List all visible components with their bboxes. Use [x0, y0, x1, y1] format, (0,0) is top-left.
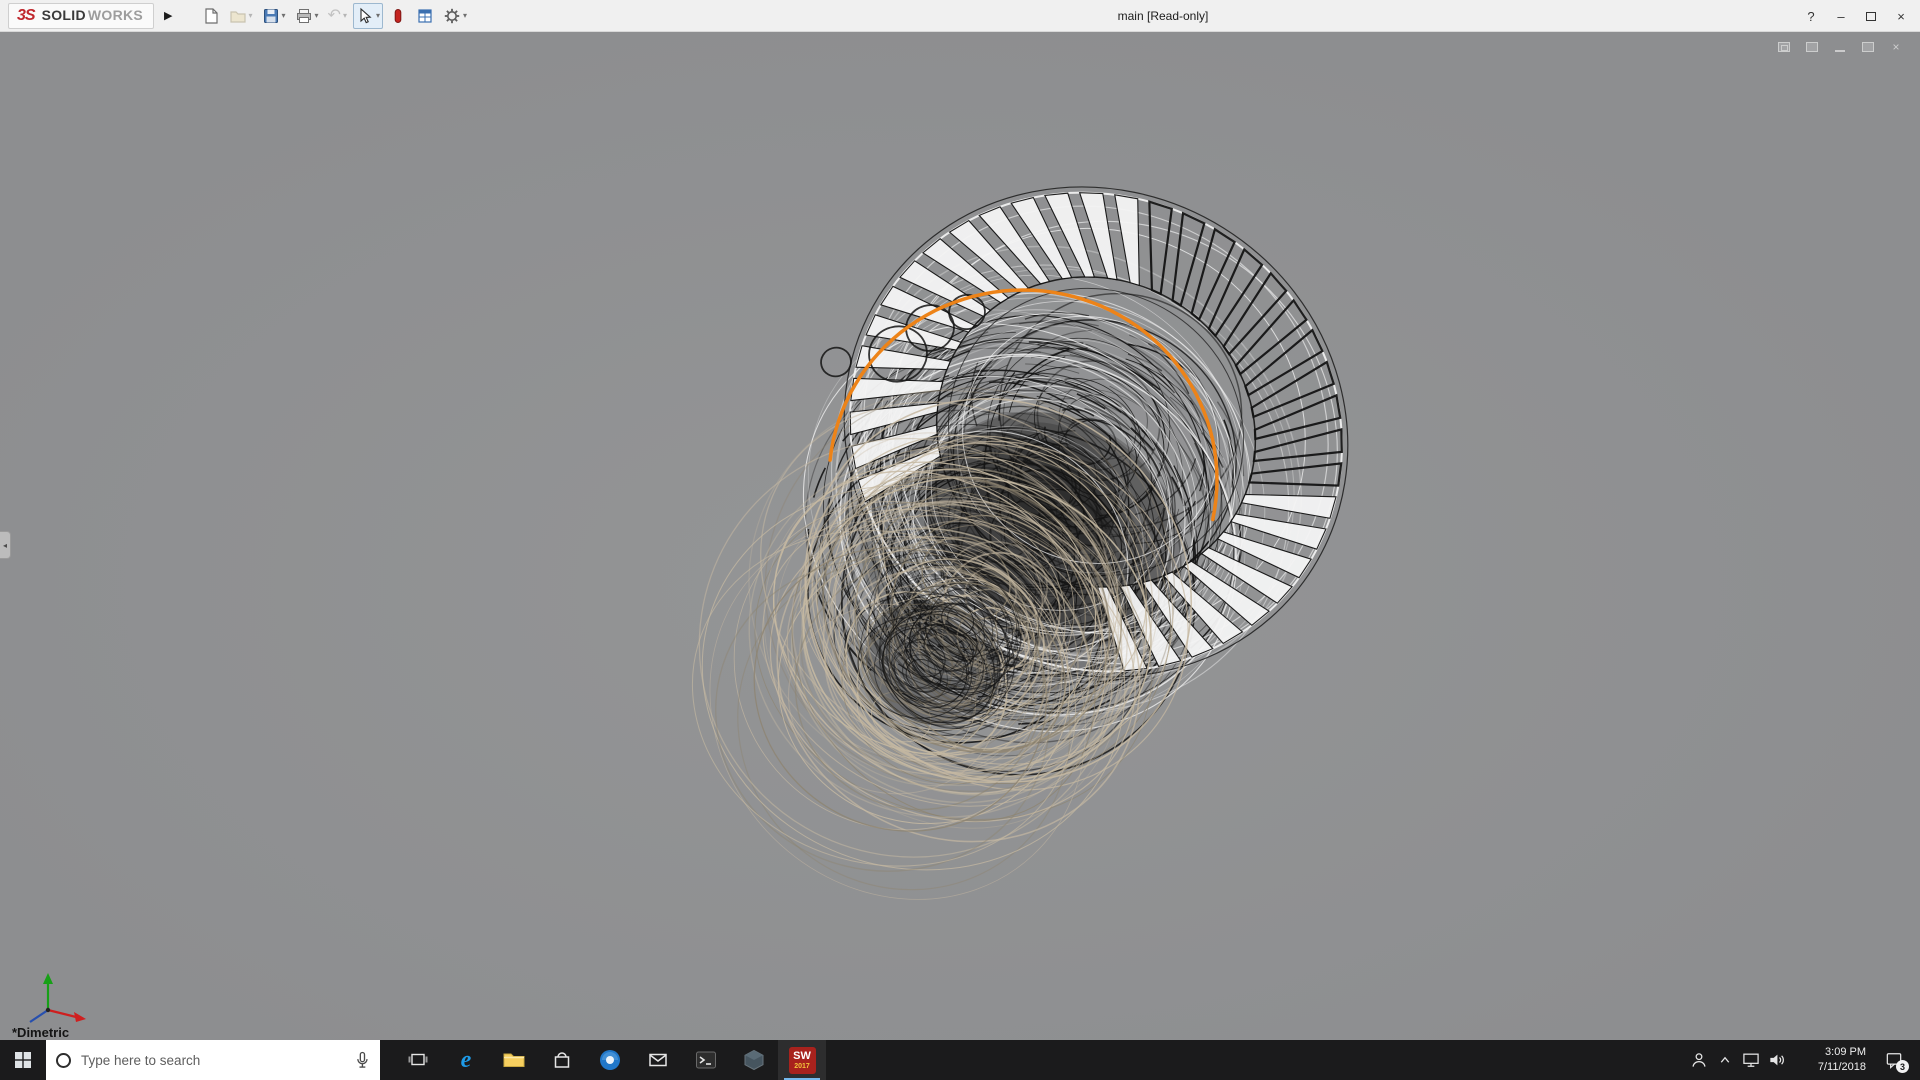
- engine-wireframe-model: [691, 186, 1349, 900]
- appearances-button[interactable]: [386, 3, 410, 29]
- quick-access-toolbar: ▾ ▾ ▾ ↶ ▾ ▾ ▾: [199, 2, 471, 29]
- appearances-icon: [394, 8, 402, 23]
- design-table-button[interactable]: [413, 3, 437, 29]
- select-cursor-icon: [360, 7, 372, 23]
- windows-logo-icon: [15, 1052, 31, 1068]
- app-titlebar: 3S SOLID WORKS ▶ ▾ ▾ ▾ ↶ ▾ ▾ ▾ main [Rea…: [0, 0, 1920, 32]
- task-view-button[interactable]: [394, 1040, 442, 1080]
- volume-button[interactable]: [1764, 1040, 1790, 1080]
- brand-works: WORKS: [87, 6, 144, 23]
- microphone-icon[interactable]: [352, 1050, 372, 1070]
- gear-icon: [444, 8, 460, 23]
- store-button[interactable]: [538, 1040, 586, 1080]
- triad-origin: [45, 1007, 51, 1013]
- cascade-icon: [1806, 42, 1818, 52]
- speaker-icon: [1770, 1054, 1784, 1066]
- options-button[interactable]: ▾: [440, 3, 470, 29]
- graphics-viewport[interactable]: × ◂ *Dimetric: [0, 32, 1920, 1040]
- menu-expand-arrow-icon[interactable]: ▶: [164, 9, 172, 22]
- doc-minimize-icon: [1835, 50, 1845, 52]
- solidworks-logo: 3S SOLID WORKS: [8, 2, 155, 29]
- round-app-icon: [600, 1050, 620, 1070]
- new-document-button[interactable]: [199, 3, 223, 29]
- feature-panel-collapse-tab[interactable]: ◂: [0, 531, 11, 559]
- task-view-icon: [408, 1053, 428, 1066]
- options-dropdown-icon[interactable]: ▾: [463, 11, 467, 20]
- doc-close-button[interactable]: ×: [1888, 40, 1904, 54]
- undo-button[interactable]: ↶ ▾: [325, 3, 350, 29]
- system-tray: 3:09 PM 7/11/2018 3: [1686, 1040, 1920, 1080]
- taskbar-search[interactable]: [46, 1040, 380, 1080]
- x-axis: [47, 1008, 77, 1019]
- doc-minimize-button[interactable]: [1832, 40, 1848, 54]
- print-dropdown-icon[interactable]: ▾: [315, 11, 319, 20]
- minimize-button[interactable]: –: [1826, 0, 1856, 32]
- cortana-icon: [56, 1052, 71, 1068]
- new-window-button[interactable]: [1776, 40, 1792, 54]
- store-bag-icon: [554, 1052, 570, 1068]
- taskbar-clock[interactable]: 3:09 PM 7/11/2018: [1796, 1045, 1866, 1075]
- ds-logo-icon: 3S: [17, 6, 36, 24]
- solidworks-taskbar-button[interactable]: SW 2017: [778, 1040, 826, 1080]
- cube-app-button[interactable]: [730, 1040, 778, 1080]
- restore-icon: [1866, 11, 1876, 21]
- window-title: main [Read-only]: [1117, 8, 1209, 23]
- command-prompt-icon: [696, 1051, 716, 1069]
- brand-solid: SOLID: [41, 6, 86, 23]
- x-axis-arrow-icon: [74, 1012, 86, 1022]
- clock-time: 3:09 PM: [1825, 1046, 1866, 1059]
- windows-taskbar: e: [0, 1040, 1920, 1080]
- round-app-button[interactable]: [586, 1040, 634, 1080]
- orientation-triad: [29, 973, 86, 1023]
- open-dropdown-icon[interactable]: ▾: [249, 11, 253, 20]
- open-button[interactable]: ▾: [226, 3, 256, 29]
- tray-overflow-button[interactable]: [1712, 1040, 1738, 1080]
- file-explorer-icon: [503, 1053, 525, 1067]
- network-display-icon: [1743, 1053, 1759, 1067]
- person-icon: [1692, 1053, 1706, 1067]
- mail-icon: [649, 1053, 667, 1067]
- edge-icon: e: [460, 1046, 472, 1073]
- edge-button[interactable]: e: [442, 1040, 490, 1080]
- notification-badge: 3: [1896, 1060, 1909, 1073]
- save-button[interactable]: ▾: [259, 3, 289, 29]
- undo-dropdown-icon[interactable]: ▾: [343, 11, 347, 20]
- help-button[interactable]: ?: [1796, 0, 1826, 32]
- restore-button[interactable]: [1856, 0, 1886, 32]
- action-center-button[interactable]: 3: [1874, 1040, 1914, 1080]
- new-window-icon: [1778, 42, 1790, 52]
- design-table-icon: [418, 8, 432, 23]
- cube-app-icon: [744, 1049, 764, 1071]
- start-button[interactable]: [0, 1040, 46, 1080]
- print-icon: [296, 8, 311, 23]
- doc-restore-button[interactable]: [1860, 40, 1876, 54]
- chevron-up-icon: [1720, 1056, 1730, 1063]
- cascade-window-button[interactable]: [1804, 40, 1820, 54]
- file-explorer-button[interactable]: [490, 1040, 538, 1080]
- clock-date: 7/11/2018: [1817, 1061, 1866, 1073]
- save-icon: [263, 8, 278, 23]
- doc-restore-icon: [1862, 42, 1874, 52]
- view-orientation-label: *Dimetric: [12, 1025, 70, 1040]
- document-window-controls: ×: [1776, 40, 1904, 54]
- new-document-icon: [204, 7, 218, 24]
- window-controls: ? – ×: [1796, 0, 1916, 32]
- select-dropdown-icon[interactable]: ▾: [376, 11, 380, 20]
- close-button[interactable]: ×: [1886, 0, 1916, 32]
- open-folder-icon: [229, 10, 246, 23]
- command-prompt-button[interactable]: [682, 1040, 730, 1080]
- solidworks-2017-icon: SW 2017: [788, 1046, 816, 1074]
- search-input[interactable]: [81, 1052, 352, 1068]
- select-button[interactable]: ▾: [352, 2, 383, 29]
- save-dropdown-icon[interactable]: ▾: [282, 11, 286, 20]
- print-button[interactable]: ▾: [292, 3, 322, 29]
- mail-button[interactable]: [634, 1040, 682, 1080]
- z-axis: [29, 1009, 49, 1023]
- network-button[interactable]: [1738, 1040, 1764, 1080]
- people-button[interactable]: [1686, 1040, 1712, 1080]
- y-axis-arrow-icon: [43, 973, 53, 984]
- undo-icon: ↶: [327, 6, 341, 24]
